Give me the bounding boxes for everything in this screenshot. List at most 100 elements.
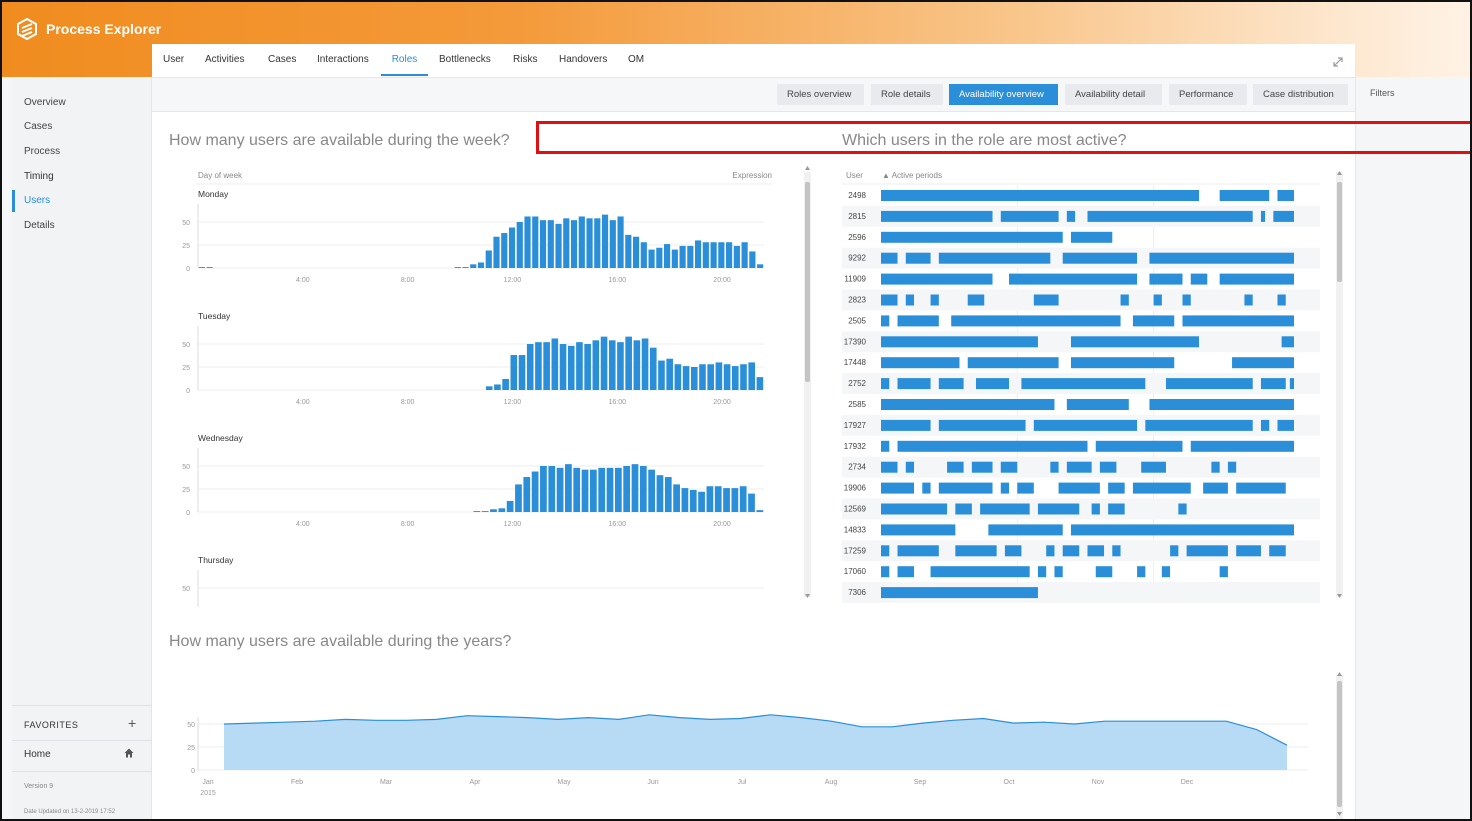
active-period-bar [897, 566, 915, 578]
availability-bar [573, 467, 581, 512]
user-id[interactable]: 2752 [848, 379, 866, 388]
availability-bar [756, 510, 764, 512]
user-id[interactable]: 17060 [844, 567, 867, 576]
tab-user[interactable]: User [163, 54, 184, 76]
availability-bar [723, 488, 730, 512]
filters-label[interactable]: Filters [1370, 88, 1395, 98]
user-id[interactable]: 11909 [844, 275, 866, 284]
brand[interactable]: Process Explorer [16, 16, 161, 42]
active-period-bar [1132, 482, 1191, 494]
user-id[interactable]: 14833 [844, 525, 867, 534]
user-id[interactable]: 19906 [844, 484, 867, 493]
expand-icon[interactable] [1332, 56, 1344, 68]
availability-bar [723, 364, 731, 390]
years-scrollbar-thumb[interactable] [1337, 681, 1342, 807]
active-period-bar [881, 210, 993, 222]
user-id[interactable]: 17927 [844, 421, 867, 430]
y-tick-label: 50 [182, 342, 190, 349]
sidebar-item-overview[interactable]: Overview [12, 92, 150, 114]
user-id[interactable]: 7306 [848, 588, 866, 597]
subtab-availability-overview[interactable]: Availability overview [949, 84, 1058, 105]
highlight-box [536, 121, 1470, 154]
availability-bar [555, 223, 562, 268]
active-period-bar [1087, 545, 1105, 557]
active-period-bar [1046, 545, 1055, 557]
user-id[interactable]: 2815 [848, 212, 866, 221]
active-period-bar [1161, 566, 1171, 578]
availability-bar [485, 250, 492, 268]
availability-bar [702, 242, 709, 268]
active-scrollbar-thumb[interactable] [1337, 182, 1342, 282]
user-id[interactable]: 17390 [844, 337, 867, 346]
sidebar-item-process[interactable]: Process [12, 141, 150, 163]
user-id[interactable]: 2823 [848, 296, 866, 305]
active-period-bar [1017, 482, 1034, 494]
tab-handovers[interactable]: Handovers [559, 54, 607, 76]
scroll-up-icon[interactable] [1337, 672, 1342, 676]
user-id[interactable]: 17932 [844, 442, 867, 451]
active-period-bar [1112, 545, 1121, 557]
availability-bar [590, 469, 597, 512]
tab-cases[interactable]: Cases [268, 54, 296, 76]
subtab-performance[interactable]: Performance [1169, 84, 1247, 105]
sub-tab-bar: Roles overview Role details Availability… [152, 78, 1355, 112]
home-icon[interactable] [124, 748, 134, 758]
availability-bar [539, 220, 547, 268]
week-scrollbar-thumb[interactable] [805, 182, 810, 382]
user-id[interactable]: 2505 [848, 316, 866, 325]
filters-panel [1355, 77, 1470, 819]
subtab-availability-detail[interactable]: Availability detail [1065, 84, 1162, 105]
y-tick-label: 25 [182, 487, 190, 494]
user-id[interactable]: 9292 [848, 254, 866, 263]
user-id[interactable]: 2596 [848, 233, 866, 242]
version-label: Version 9 [24, 783, 54, 790]
active-periods-header: ▲ Active periods [882, 171, 942, 180]
availability-bar [493, 236, 500, 268]
sidebar-item-timing[interactable]: Timing [12, 166, 150, 188]
user-id[interactable]: 12569 [844, 505, 867, 514]
sidebar-item-details[interactable]: Details [12, 215, 150, 237]
availability-bar [733, 245, 740, 268]
y-tick-label: 0 [191, 768, 195, 775]
tab-activities[interactable]: Activities [205, 54, 244, 76]
availability-bar [666, 358, 673, 390]
user-id[interactable]: 2585 [848, 400, 866, 409]
years-section-title: How many users are available during the … [169, 633, 512, 650]
subtab-case-distribution[interactable]: Case distribution [1253, 84, 1348, 105]
availability-bar [578, 216, 585, 268]
active-period-bar [1066, 210, 1076, 222]
favorite-home[interactable]: Home [24, 749, 51, 760]
subtab-roles-overview[interactable]: Roles overview [777, 84, 864, 105]
tab-bottlenecks[interactable]: Bottlenecks [439, 54, 491, 76]
active-period-bar [1132, 315, 1175, 327]
availability-bar [609, 220, 616, 268]
add-favorite-icon[interactable]: + [128, 715, 136, 731]
availability-bar [640, 242, 647, 268]
tab-risks[interactable]: Risks [513, 54, 537, 76]
active-period-bar [930, 294, 939, 306]
user-id[interactable]: 17259 [844, 546, 867, 555]
active-period-bar [1232, 357, 1294, 369]
tab-om[interactable]: OM [628, 54, 644, 76]
tab-roles[interactable]: Roles [381, 54, 428, 76]
scroll-up-icon[interactable] [805, 166, 810, 170]
active-period-bar [1277, 190, 1294, 201]
availability-bar [625, 234, 632, 268]
user-id[interactable]: 2498 [848, 191, 866, 200]
user-id[interactable]: 2734 [848, 463, 866, 472]
availability-bar [481, 511, 489, 512]
availability-bar [598, 467, 606, 512]
availability-bar [706, 486, 714, 512]
x-tick-label: 4:00 [296, 399, 310, 406]
active-period-bar [1203, 482, 1228, 494]
availability-bar [198, 267, 205, 268]
tab-interactions[interactable]: Interactions [317, 54, 369, 76]
sidebar-item-users[interactable]: Users [12, 190, 150, 212]
sidebar-item-cases[interactable]: Cases [12, 116, 150, 138]
availability-bar [656, 247, 663, 268]
user-id[interactable]: 17448 [844, 358, 867, 367]
subtab-role-details[interactable]: Role details [871, 84, 943, 105]
availability-bar [515, 484, 522, 512]
availability-bar [625, 336, 632, 390]
x-tick-label: 16:00 [608, 399, 626, 406]
